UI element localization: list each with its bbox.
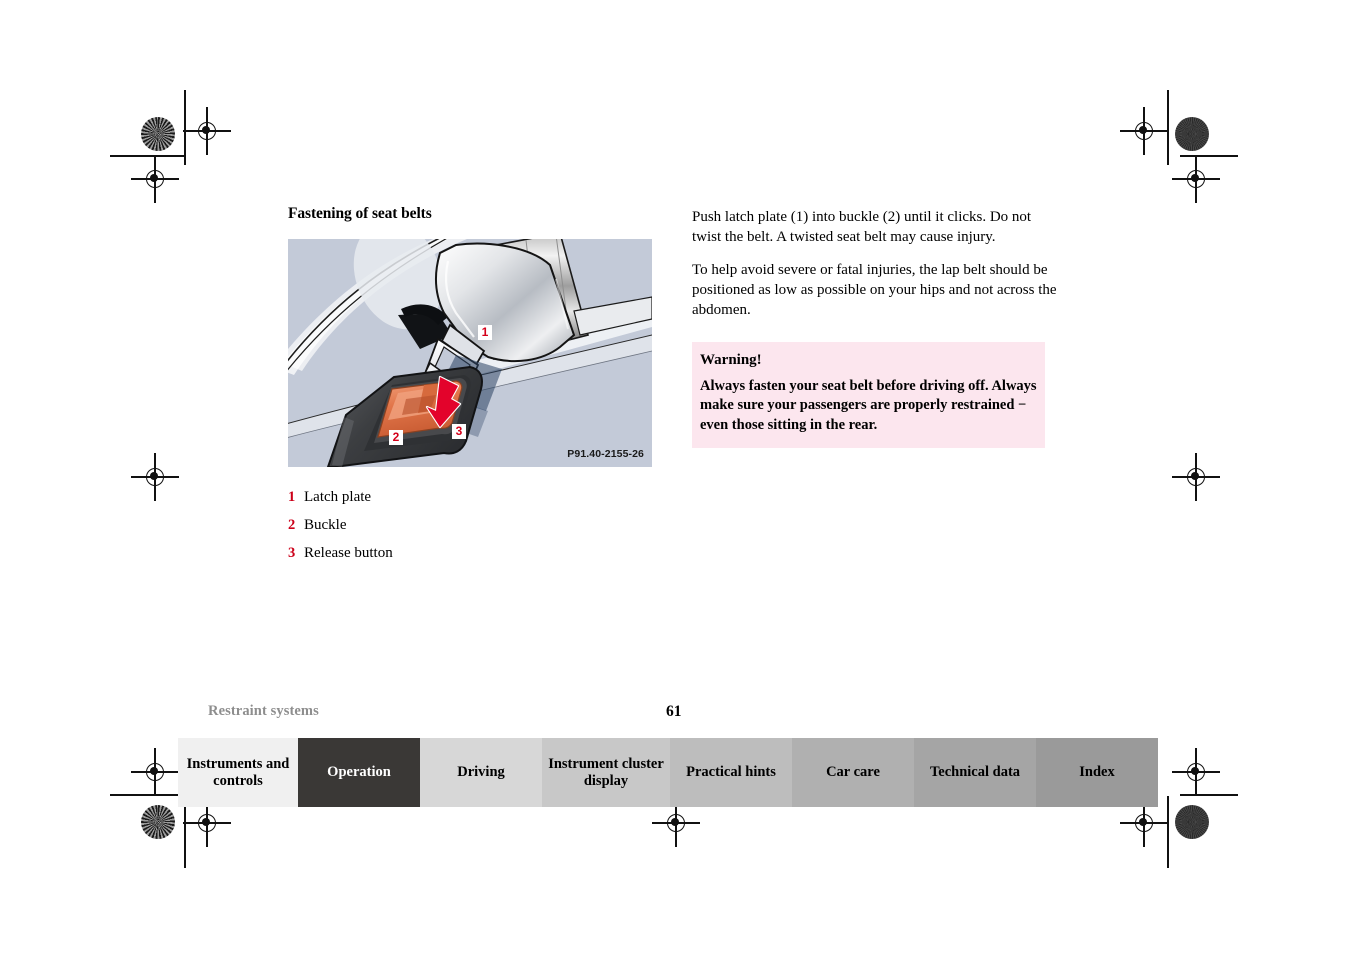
figure-reference-code: P91.40-2155-26 xyxy=(567,448,644,461)
registration-ring xyxy=(198,122,216,140)
tab-driving[interactable]: Driving xyxy=(420,738,542,807)
tab-index[interactable]: Index xyxy=(1036,738,1158,807)
list-item: 3 Release button xyxy=(288,544,654,563)
registration-mark-upper-left xyxy=(131,155,179,203)
legend-label: Buckle xyxy=(304,516,347,533)
trim-line-top-right-vertical xyxy=(1167,90,1169,165)
footer-chapter-title: Restraint systems xyxy=(208,703,319,719)
instruction-paragraph-1: Push latch plate (1) into buckle (2) unt… xyxy=(692,209,1032,245)
registration-mark-lower-left xyxy=(131,748,179,796)
footer: Restraint systems 61 xyxy=(208,703,768,720)
tab-practical-hints[interactable]: Practical hints xyxy=(670,738,792,807)
page-title: Fastening of seat belts xyxy=(288,205,432,222)
figure-legend: 1 Latch plate 2 Buckle 3 Release button xyxy=(288,488,654,562)
tab-label: Car care xyxy=(826,764,880,781)
registration-ring xyxy=(198,814,216,832)
rosette-mark-top-right xyxy=(1175,117,1209,151)
page-number: 61 xyxy=(666,703,682,720)
registration-ring xyxy=(146,468,164,486)
right-column: Push latch plate (1) into buckle (2) unt… xyxy=(692,208,1062,449)
registration-ring xyxy=(1135,122,1153,140)
tab-label: Technical data xyxy=(929,764,1021,781)
tab-label: Practical hints xyxy=(686,764,776,781)
trim-line-upper-right-horizontal xyxy=(1180,155,1238,157)
tab-instruments-and-controls[interactable]: Instruments and controls xyxy=(178,738,298,807)
chapter-tab-bar: Instruments and controls Operation Drivi… xyxy=(178,738,1181,807)
warning-box: Warning! Always fasten your seat belt be… xyxy=(692,341,1045,449)
trim-line-lower-left-horizontal xyxy=(110,794,185,796)
rosette-mark-bottom-right xyxy=(1175,805,1209,839)
trim-line-top-left-vertical xyxy=(184,90,186,165)
instruction-paragraph-2: To help avoid severe or fatal injuries, … xyxy=(692,261,1057,318)
list-item: 1 Latch plate xyxy=(288,488,654,507)
legend-number: 2 xyxy=(288,516,296,533)
registration-ring xyxy=(1187,763,1205,781)
trim-line-lower-right-horizontal xyxy=(1180,794,1238,796)
registration-ring xyxy=(1187,170,1205,188)
left-column: Fastening of seat belts 1 2 3 P91.40-215… xyxy=(288,205,654,571)
registration-mark-top-right xyxy=(1120,107,1168,155)
legend-label: Latch plate xyxy=(304,489,372,506)
tab-label: Instruments and controls xyxy=(186,755,290,789)
list-item: 2 Buckle xyxy=(288,516,654,535)
registration-ring xyxy=(146,763,164,781)
registration-ring xyxy=(1135,814,1153,832)
print-marks-layer xyxy=(0,0,1351,954)
registration-mark-upper-right xyxy=(1172,155,1220,203)
callout-1: 1 xyxy=(478,325,492,341)
registration-ring xyxy=(146,170,164,188)
manual-page: Fastening of seat belts 1 2 3 P91.40-215… xyxy=(0,0,1351,954)
legend-number: 1 xyxy=(288,489,296,506)
tab-label: Index xyxy=(1079,764,1115,781)
warning-body: Always fasten your seat belt before driv… xyxy=(700,378,1037,433)
registration-mark-middle-left xyxy=(131,453,179,501)
seat-belt-illustration: 1 2 3 P91.40-2155-26 xyxy=(288,239,652,468)
trim-line-upper-left-horizontal xyxy=(110,155,185,157)
tab-label: Operation xyxy=(327,764,391,781)
illustration-svg xyxy=(288,239,652,468)
legend-number: 3 xyxy=(288,544,296,561)
tab-label: Driving xyxy=(457,764,505,781)
callout-2: 2 xyxy=(389,430,403,446)
callout-3: 3 xyxy=(452,424,466,440)
registration-mark-top-left xyxy=(183,107,231,155)
registration-mark-middle-right xyxy=(1172,453,1220,501)
warning-title: Warning! xyxy=(700,351,762,368)
registration-ring xyxy=(667,814,685,832)
tab-operation[interactable]: Operation xyxy=(298,738,420,807)
registration-ring xyxy=(1187,468,1205,486)
tab-label: Instrument cluster display xyxy=(548,755,664,789)
rosette-mark-bottom-left xyxy=(141,805,175,839)
rosette-mark-top-left xyxy=(141,117,175,151)
tab-instrument-cluster-display[interactable]: Instrument cluster display xyxy=(542,738,670,807)
tab-technical-data[interactable]: Technical data xyxy=(914,738,1036,807)
tab-car-care[interactable]: Car care xyxy=(792,738,914,807)
legend-label: Release button xyxy=(304,544,393,561)
